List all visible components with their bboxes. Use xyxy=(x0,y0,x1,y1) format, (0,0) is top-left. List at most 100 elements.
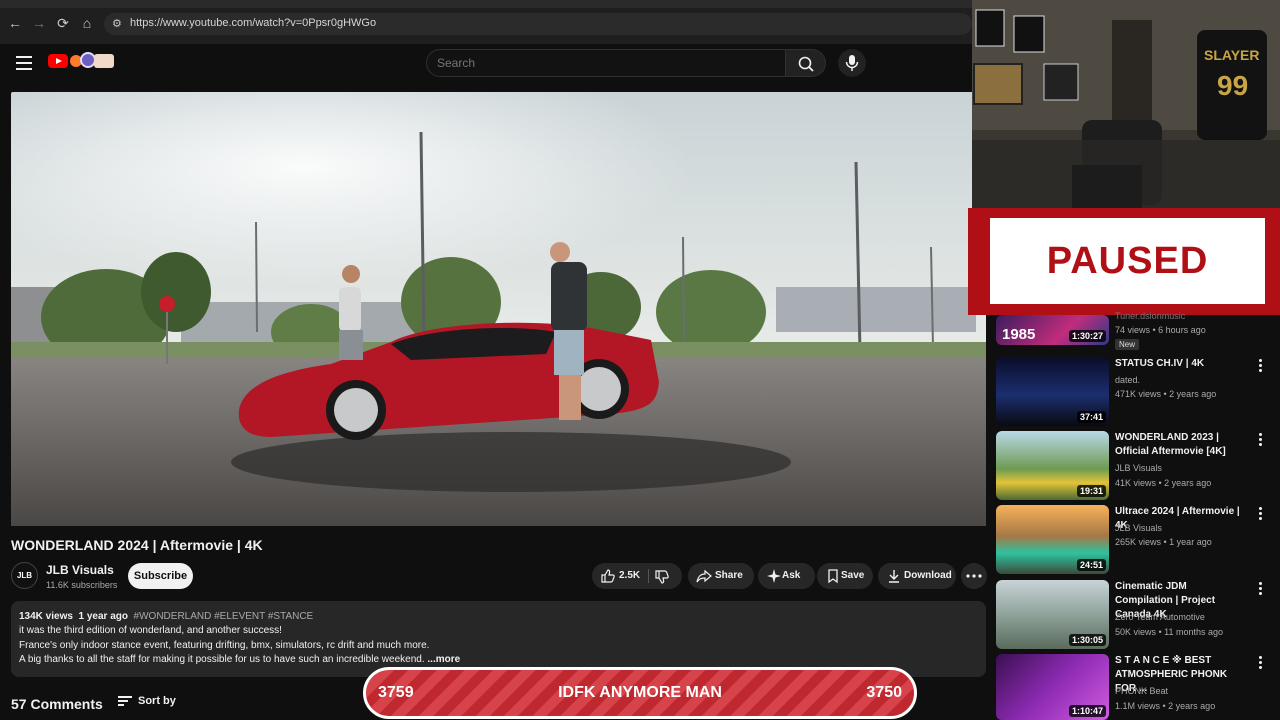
related-video-item[interactable]: 1:10:47 S T A N C E ※ BEST ATMOSPHERIC P… xyxy=(996,654,1278,720)
related-channel[interactable]: JLB Visuals xyxy=(1115,523,1162,533)
tab-strip xyxy=(0,0,972,8)
video-player[interactable] xyxy=(11,92,986,526)
video-thumbnail[interactable]: 1:30:05 xyxy=(996,580,1109,649)
url-text[interactable]: https://www.youtube.com/watch?v=0Ppsr0gH… xyxy=(130,17,376,29)
microphone-icon xyxy=(845,55,859,71)
home-icon[interactable]: ⌂ xyxy=(78,14,96,32)
site-info-icon[interactable]: ⚙ xyxy=(112,17,126,31)
related-views: 471K views • 2 years ago xyxy=(1115,389,1217,399)
subscribe-button[interactable]: Subscribe xyxy=(128,563,193,589)
download-icon xyxy=(889,570,899,583)
paused-text: PAUSED xyxy=(1046,240,1209,282)
show-more-link[interactable]: ...more xyxy=(427,654,460,665)
channel-name[interactable]: JLB Visuals xyxy=(46,563,114,577)
download-label: Download xyxy=(904,570,952,581)
search-input[interactable] xyxy=(437,56,767,70)
browser-toolbar: ← → ⟳ ⌂ ⚙ https://www.youtube.com/watch?… xyxy=(0,0,972,44)
description-line: France's only indoor stance event, featu… xyxy=(19,640,430,651)
reload-icon[interactable]: ⟳ xyxy=(54,14,72,32)
svg-text:SLAYER: SLAYER xyxy=(1204,47,1260,63)
menu-icon[interactable] xyxy=(16,56,32,70)
related-video-item[interactable]: 24:51 Ultrace 2024 | Aftermovie | 4K JLB… xyxy=(996,505,1278,577)
address-bar[interactable]: ⚙ https://www.youtube.com/watch?v=0Ppsr0… xyxy=(104,13,972,35)
related-channel[interactable]: dated. xyxy=(1115,375,1140,385)
channel-avatar[interactable]: JLB xyxy=(11,562,38,589)
related-views: 41K views • 2 years ago xyxy=(1115,478,1212,488)
thumbnail-text: 1985 xyxy=(1002,326,1036,343)
description-line: it was the third edition of wonderland, … xyxy=(19,625,282,636)
more-options-icon[interactable] xyxy=(1254,433,1266,447)
related-channel[interactable]: JLB Visuals xyxy=(1115,463,1162,473)
related-channel[interactable]: PHONK Beat xyxy=(1115,686,1168,696)
related-channel[interactable]: Tuner.dsionmusic xyxy=(1115,311,1185,321)
more-options-icon[interactable] xyxy=(1254,656,1266,670)
counter-message: IDFK ANYMORE MAN xyxy=(558,684,722,701)
bookmark-icon xyxy=(828,569,838,584)
download-button[interactable]: Download xyxy=(878,563,956,589)
related-views: 50K views • 11 months ago xyxy=(1115,627,1224,637)
webcam-overlay: SLAYER 99 xyxy=(972,0,1280,208)
svg-text:99: 99 xyxy=(1217,70,1248,101)
share-button[interactable]: Share xyxy=(688,563,754,589)
sort-by-button[interactable]: Sort by xyxy=(118,695,176,707)
video-duration: 24:51 xyxy=(1076,559,1106,571)
save-button[interactable]: Save xyxy=(817,563,873,589)
voice-search-button[interactable] xyxy=(838,49,866,77)
like-count[interactable]: 2.5K xyxy=(619,570,640,581)
video-thumbnail[interactable]: 24:51 xyxy=(996,505,1109,574)
dislike-icon[interactable] xyxy=(654,569,670,585)
related-title[interactable]: WONDERLAND 2023 | Official Aftermovie [4… xyxy=(1115,431,1247,459)
video-thumbnail[interactable]: 1:10:47 xyxy=(996,654,1109,720)
video-frame[interactable] xyxy=(11,92,986,526)
more-options-icon[interactable] xyxy=(1254,507,1266,521)
forward-icon[interactable]: → xyxy=(30,14,48,32)
new-badge: New xyxy=(1115,339,1140,350)
video-thumbnail[interactable]: 1985 1:30:27 xyxy=(996,315,1109,345)
video-duration: 1:30:27 xyxy=(1068,330,1106,342)
search-button[interactable] xyxy=(786,49,826,77)
description-text: A big thanks to all the staff for making… xyxy=(19,654,425,665)
back-icon[interactable]: ← xyxy=(6,14,24,32)
paused-overlay: PAUSED xyxy=(968,208,1280,315)
search-box[interactable] xyxy=(426,49,786,77)
video-thumbnail[interactable]: 19:31 xyxy=(996,431,1109,500)
sort-label: Sort by xyxy=(138,695,176,707)
upload-age: 1 year ago xyxy=(78,611,128,622)
related-video-item[interactable]: 19:31 WONDERLAND 2023 | Official Aftermo… xyxy=(996,431,1278,503)
related-video-item[interactable]: 1:30:05 Cinematic JDM Compilation | Proj… xyxy=(996,580,1278,652)
related-video-item[interactable]: 37:41 STATUS CH.IV | 4K dated. 471K view… xyxy=(996,357,1278,429)
save-label: Save xyxy=(841,570,865,581)
youtube-play-icon xyxy=(48,54,68,68)
subscriber-count: 11.6K subscribers xyxy=(46,580,118,590)
ask-label: Ask xyxy=(782,570,801,581)
sort-icon xyxy=(118,696,132,707)
video-duration: 37:41 xyxy=(1076,411,1106,423)
share-label: Share xyxy=(715,570,743,581)
ask-button[interactable]: Ask xyxy=(758,563,815,589)
youtube-logo[interactable] xyxy=(48,52,116,72)
more-horizontal-icon xyxy=(966,574,982,578)
like-divider xyxy=(648,569,649,583)
more-actions-button[interactable] xyxy=(961,563,987,589)
share-icon xyxy=(696,569,712,583)
doodle-card-icon xyxy=(94,54,114,68)
more-options-icon[interactable] xyxy=(1254,359,1266,373)
related-views: 74 views • 6 hours ago xyxy=(1115,325,1206,335)
description-meta: 134K views 1 year ago #WONDERLAND #ELEVE… xyxy=(19,611,313,622)
like-icon[interactable] xyxy=(600,568,616,584)
related-views: 265K views • 1 year ago xyxy=(1115,537,1212,547)
counter-banner: IDFK ANYMORE MAN 3759 3750 xyxy=(363,667,917,719)
more-options-icon[interactable] xyxy=(1254,582,1266,596)
related-title[interactable]: STATUS CH.IV | 4K xyxy=(1115,357,1247,371)
related-channel[interactable]: Zero Team Automotive xyxy=(1115,612,1205,622)
view-count: 134K views xyxy=(19,611,73,622)
counter-right-value: 3750 xyxy=(866,684,902,701)
webcam-image: SLAYER 99 xyxy=(972,0,1280,208)
description-line: A big thanks to all the staff for making… xyxy=(19,654,460,665)
video-thumbnail[interactable]: 37:41 xyxy=(996,357,1109,426)
paused-card: PAUSED xyxy=(990,218,1265,304)
video-duration: 19:31 xyxy=(1076,485,1106,497)
hashtags[interactable]: #WONDERLAND #ELEVENT #STANCE xyxy=(134,611,314,622)
youtube-header xyxy=(0,44,972,84)
description-box[interactable]: 134K views 1 year ago #WONDERLAND #ELEVE… xyxy=(11,601,986,677)
